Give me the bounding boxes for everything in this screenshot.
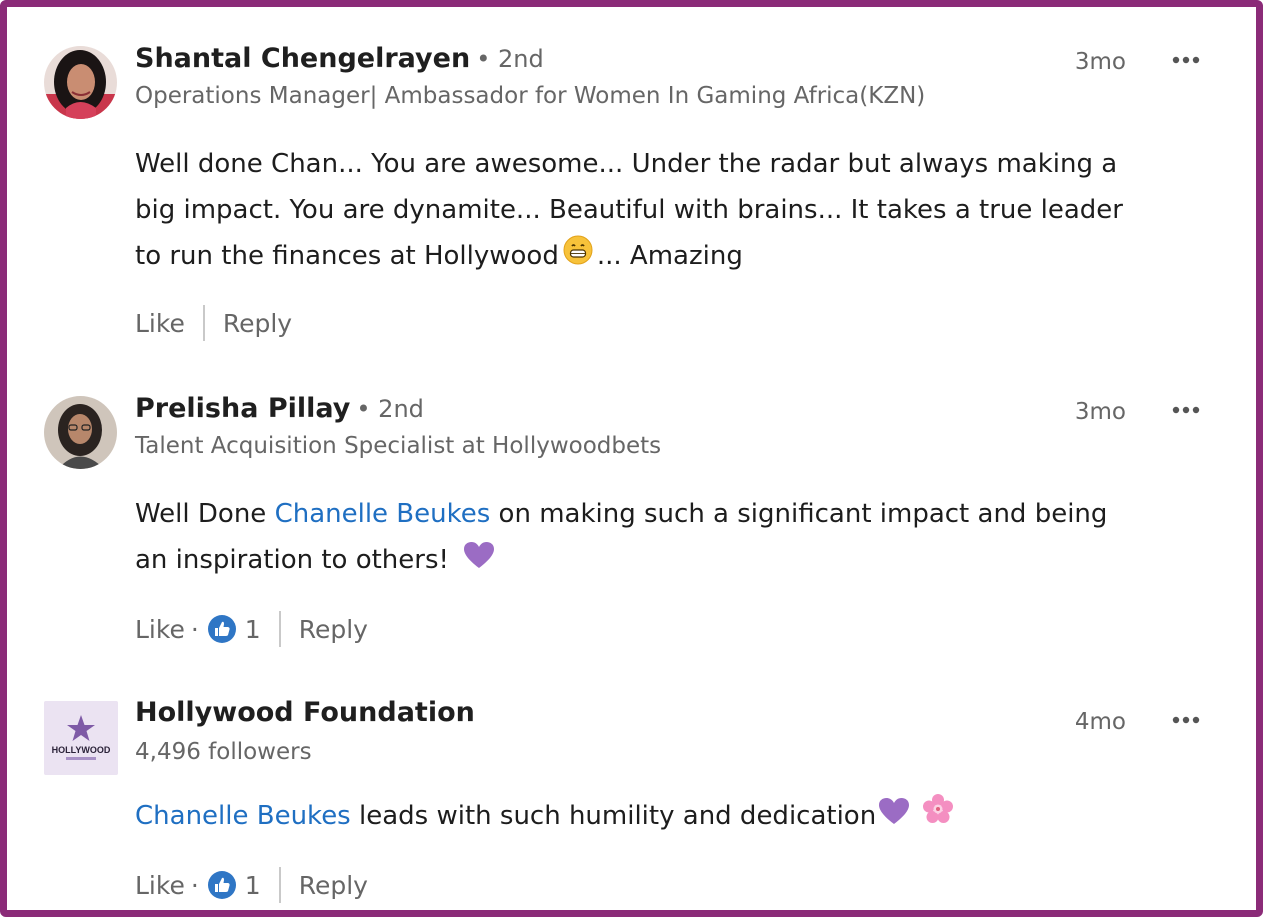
logo-text: HOLLYWOOD — [52, 745, 111, 755]
commenter-header: Shantal Chengelrayen • 2nd — [135, 43, 544, 74]
divider — [278, 867, 281, 903]
commenter-header: Prelisha Pillay • 2nd — [135, 393, 424, 424]
commenter-name[interactable]: Prelisha Pillay — [135, 393, 350, 424]
divider — [278, 611, 281, 647]
profile-photo-icon — [44, 46, 117, 119]
comment-actions: Like Reply — [135, 305, 292, 341]
avatar[interactable]: HOLLYWOOD — [44, 701, 118, 775]
comment-timestamp: 3mo — [1074, 49, 1126, 75]
purple-heart-emoji-icon — [463, 538, 495, 584]
thumbs-up-icon[interactable] — [207, 614, 237, 644]
mention-link[interactable]: Chanelle Beukes — [275, 499, 491, 529]
avatar[interactable] — [44, 396, 117, 469]
reply-button[interactable]: Reply — [299, 615, 368, 644]
comment-actions: Like · 1 Reply — [135, 611, 368, 647]
comment-text-segment: ... Amazing — [596, 241, 743, 271]
like-button[interactable]: Like — [135, 309, 185, 338]
comment-text-line: Well Done Chanelle Beukes on making such… — [135, 491, 1215, 537]
like-button[interactable]: Like — [135, 615, 185, 644]
commenter-headline: Operations Manager| Ambassador for Women… — [135, 83, 926, 109]
reply-button[interactable]: Reply — [299, 871, 368, 900]
comment-text-segment: an inspiration to others! — [135, 545, 449, 575]
comment-text-line: Well done Chan... You are awesome... Und… — [135, 149, 1118, 179]
comment-text: Well Done Chanelle Beukes on making such… — [135, 491, 1215, 584]
like-button[interactable]: Like — [135, 871, 185, 900]
connection-degree: • 2nd — [476, 45, 544, 73]
comment-text: Chanelle Beukes leads with such humility… — [135, 793, 1215, 840]
comment-text-line: an inspiration to others! — [135, 537, 1215, 584]
reaction-count[interactable]: 1 — [245, 871, 261, 900]
comment-text-line: big impact. You are dynamite... Beautifu… — [135, 195, 1123, 225]
separator-dot: · — [190, 614, 199, 644]
thumbs-up-icon[interactable] — [207, 870, 237, 900]
comment-text-line: Chanelle Beukes leads with such humility… — [135, 793, 1215, 840]
comment-text-segment: to run the finances at Hollywood — [135, 241, 559, 271]
more-options-icon[interactable] — [1168, 43, 1204, 77]
grinning-face-emoji-icon — [563, 234, 593, 280]
comment-timestamp: 3mo — [1074, 399, 1126, 425]
comment-text: Well done Chan... You are awesome... Und… — [135, 141, 1215, 280]
comment-text-segment: on making such a significant impact and … — [490, 499, 1108, 529]
connection-degree: • 2nd — [356, 395, 424, 423]
comment-text-line: to run the finances at Hollywood ... Ama… — [135, 233, 1215, 280]
follower-count: 4,496 followers — [135, 739, 312, 765]
reply-button[interactable]: Reply — [223, 309, 292, 338]
comment-text-segment: Well Done — [135, 499, 275, 529]
reaction-count[interactable]: 1 — [245, 615, 261, 644]
separator-dot: · — [190, 870, 199, 900]
commenter-headline: Talent Acquisition Specialist at Hollywo… — [135, 433, 662, 459]
more-options-icon[interactable] — [1168, 703, 1204, 737]
cherry-blossom-emoji-icon — [922, 793, 954, 840]
mention-link[interactable]: Chanelle Beukes — [135, 801, 351, 831]
commenter-header: Hollywood Foundation — [135, 697, 475, 728]
commenter-name[interactable]: Hollywood Foundation — [135, 697, 475, 728]
divider — [202, 305, 205, 341]
purple-heart-emoji-icon — [878, 794, 910, 840]
avatar[interactable] — [44, 46, 117, 119]
comment-text-segment: leads with such humility and dedication — [350, 801, 877, 831]
more-options-icon[interactable] — [1168, 393, 1204, 427]
hollywood-foundation-logo-icon: HOLLYWOOD — [44, 701, 118, 775]
comment-actions: Like · 1 Reply — [135, 867, 368, 903]
profile-photo-icon — [44, 396, 117, 469]
commenter-name[interactable]: Shantal Chengelrayen — [135, 43, 470, 74]
comment-timestamp: 4mo — [1074, 709, 1126, 735]
comments-panel: Shantal Chengelrayen • 2nd Operations Man… — [0, 0, 1263, 917]
